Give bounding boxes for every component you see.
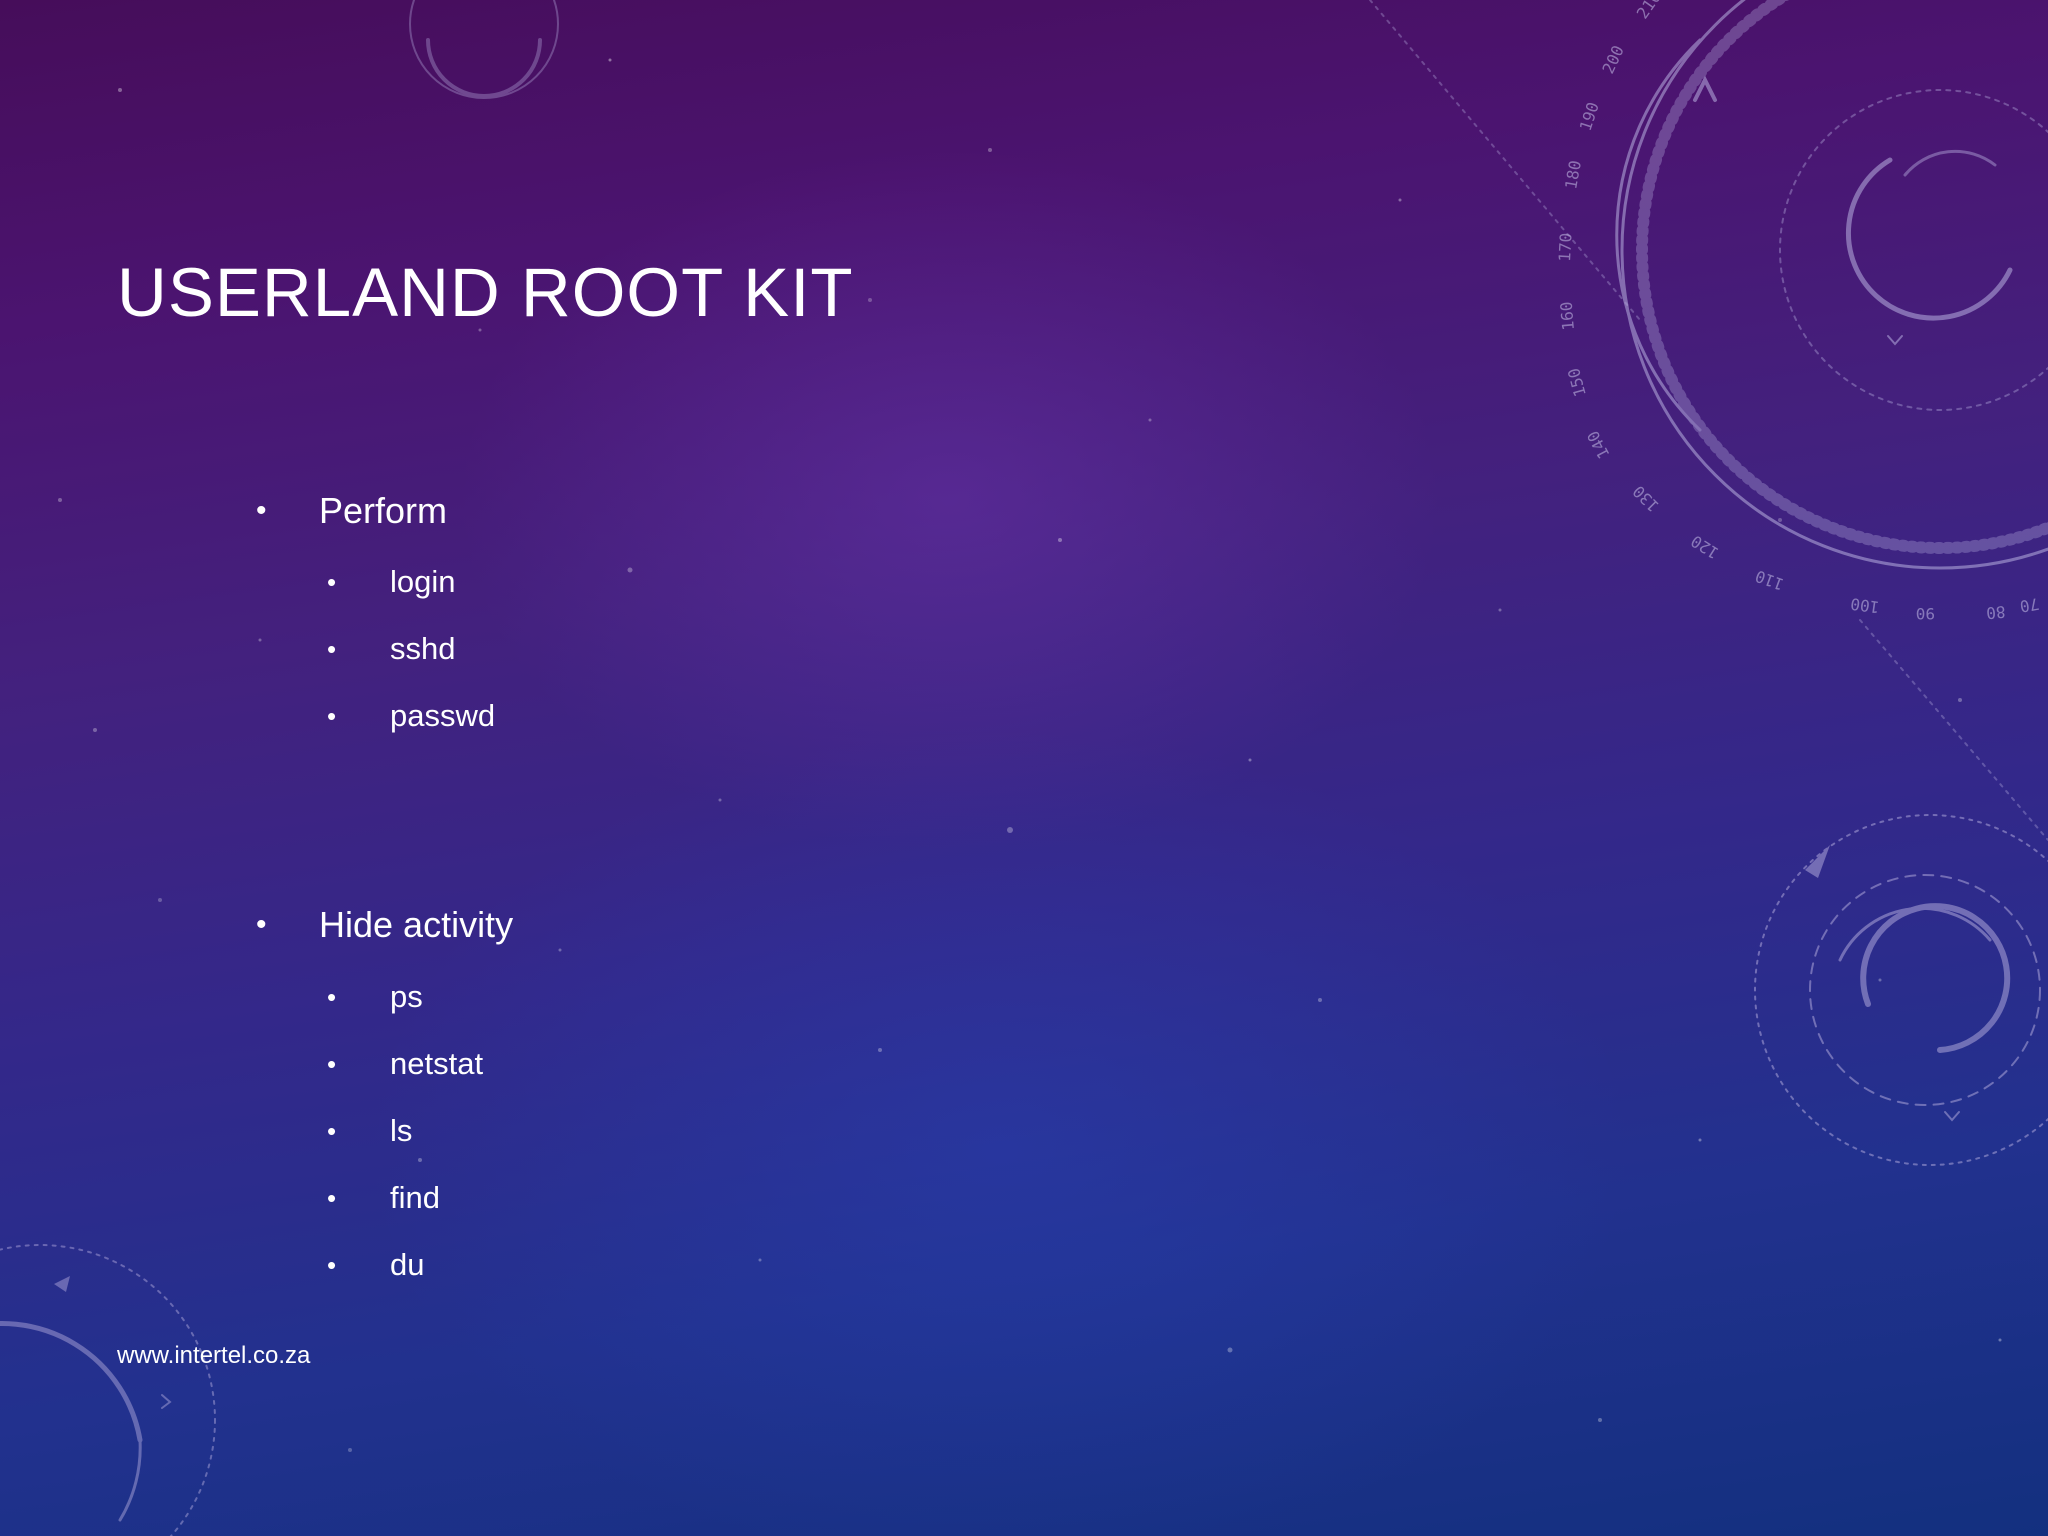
bullet-item-text: find (390, 1180, 440, 1215)
bottom-right-ring-icon (1754, 814, 2048, 1166)
bullet-icon: • (327, 634, 337, 664)
bullet-item-text: du (390, 1247, 425, 1282)
bullet-heading-text: Hide activity (319, 904, 514, 945)
bullet-icon: • (256, 494, 267, 527)
dial-number: 130 (1629, 482, 1663, 516)
top-small-ring-icon (409, 0, 559, 99)
bullet-icon: • (327, 567, 337, 597)
dial-number: 70 (2018, 594, 2040, 616)
footer-url: www.intertel.co.za (117, 1342, 311, 1369)
dial-number: 110 (1753, 566, 1787, 594)
bullet-icon: • (327, 701, 337, 731)
diagonal-dotted-lines-icon (1369, 0, 2048, 841)
bullet-icon: • (327, 1250, 337, 1280)
bullet-item-text: sshd (390, 631, 456, 666)
bullet-icon: • (327, 1049, 337, 1079)
bullet-icon: • (327, 1116, 337, 1146)
bullet-item-text: login (390, 564, 456, 599)
dial-number: 190 (1576, 100, 1603, 133)
dial-number: 170 (1555, 232, 1575, 262)
bullet-item-text: ls (390, 1113, 413, 1148)
bullet-item-text: netstat (390, 1046, 484, 1081)
bullet-item-text: ps (390, 979, 423, 1014)
dial-number: 180 (1561, 159, 1585, 191)
bullet-icon: • (327, 982, 337, 1012)
dial-number: 90 (1916, 604, 1935, 623)
slide-title: USERLAND ROOT KIT (117, 254, 854, 331)
dial-number: 200 (1598, 42, 1627, 76)
bullet-icon: • (256, 908, 267, 941)
bottom-left-ring-icon (0, 1244, 216, 1536)
dial-number: 140 (1583, 428, 1613, 462)
bullet-item-text: passwd (390, 698, 496, 733)
hud-ring-decorations: 210 200 190 180 170 160 150 140 130 120 … (0, 0, 2048, 1536)
dial-number: 160 (1557, 301, 1578, 331)
dial-ring-icon (1615, 0, 2048, 570)
bullet-icon: • (327, 1183, 337, 1213)
bullet-heading-text: Perform (319, 490, 448, 531)
dial-number: 120 (1688, 531, 1723, 562)
dial-number: 100 (1849, 594, 1880, 617)
dial-number: 210 (1633, 0, 1665, 22)
dial-number: 150 (1564, 366, 1590, 399)
dial-number: 80 (1985, 602, 2006, 623)
